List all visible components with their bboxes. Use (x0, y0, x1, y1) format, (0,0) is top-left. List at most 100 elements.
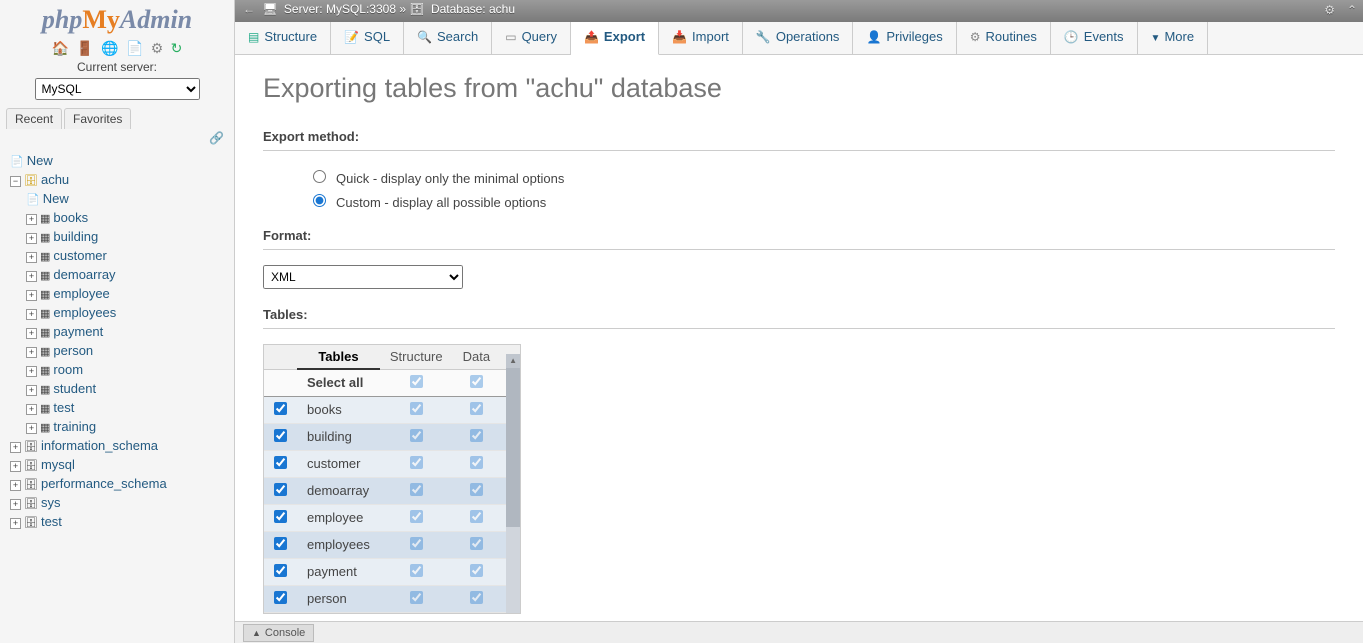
settings-icon[interactable]: ⚙ (151, 40, 164, 57)
bc-db-value[interactable]: achu (489, 2, 515, 16)
tree-table-person[interactable]: +▦person (6, 341, 232, 360)
row-data[interactable] (470, 510, 483, 523)
tab-structure[interactable]: ▤Structure (235, 22, 331, 54)
th-structure[interactable]: Structure (380, 345, 453, 369)
expand-icon[interactable]: + (26, 423, 37, 434)
radio-quick-row[interactable]: Quick - display only the minimal options (263, 166, 1335, 190)
row-structure[interactable] (410, 564, 423, 577)
row-structure[interactable] (410, 402, 423, 415)
expand-icon[interactable]: + (26, 233, 37, 244)
expand-icon[interactable]: + (26, 271, 37, 282)
scroll-up-icon[interactable]: ▲ (506, 354, 520, 368)
globe-icon[interactable]: 🌐 (101, 40, 118, 57)
row-data[interactable] (470, 564, 483, 577)
expand-icon[interactable]: + (26, 366, 37, 377)
expand-icon[interactable]: + (26, 385, 37, 396)
page-settings-icon[interactable]: ⚙ (1324, 3, 1335, 17)
expand-icon[interactable]: + (26, 290, 37, 301)
tab-sql[interactable]: 📝SQL (331, 22, 404, 54)
row-data[interactable] (470, 402, 483, 415)
row-name[interactable]: person (297, 585, 380, 612)
tab-more[interactable]: ▼More (1138, 22, 1209, 54)
tree-table-employees[interactable]: +▦employees (6, 303, 232, 322)
row-name[interactable]: payment (297, 558, 380, 585)
expand-icon[interactable]: + (26, 214, 37, 225)
tree-table-customer[interactable]: +▦customer (6, 246, 232, 265)
tree-table-building[interactable]: +▦building (6, 227, 232, 246)
console-toggle[interactable]: ▲Console (243, 624, 314, 642)
server-select[interactable]: MySQL (35, 78, 200, 100)
tree-db-new[interactable]: 📄New (6, 189, 232, 208)
row-checkbox[interactable] (274, 429, 287, 442)
row-name[interactable]: customer (297, 450, 380, 477)
radio-quick[interactable] (313, 170, 326, 183)
tab-import[interactable]: 📥Import (659, 22, 743, 54)
tree-db-achu[interactable]: −🗄achu (6, 170, 232, 189)
tab-favorites[interactable]: Favorites (64, 108, 131, 129)
row-name[interactable]: books (297, 396, 380, 423)
expand-icon[interactable]: + (10, 442, 21, 453)
scroll-thumb[interactable] (506, 368, 520, 527)
row-name[interactable]: employees (297, 531, 380, 558)
collapse-top-icon[interactable]: ⌃ (1347, 3, 1357, 17)
tree-db-test[interactable]: +🗄test (6, 512, 232, 531)
link-icon[interactable]: 🔗 (0, 129, 234, 147)
logout-icon[interactable]: 🚪 (76, 40, 93, 57)
tree-db-mysql[interactable]: +🗄mysql (6, 455, 232, 474)
row-structure[interactable] (410, 429, 423, 442)
docs-icon[interactable]: 📄 (126, 40, 143, 57)
tree-db-performance-schema[interactable]: +🗄performance_schema (6, 474, 232, 493)
tree-db-sys[interactable]: +🗄sys (6, 493, 232, 512)
expand-icon[interactable]: + (26, 404, 37, 415)
row-structure[interactable] (410, 456, 423, 469)
tree-table-student[interactable]: +▦student (6, 379, 232, 398)
row-data[interactable] (470, 429, 483, 442)
tree-table-employee[interactable]: +▦employee (6, 284, 232, 303)
row-name[interactable]: employee (297, 504, 380, 531)
tab-export[interactable]: 📤Export (571, 22, 659, 55)
row-checkbox[interactable] (274, 456, 287, 469)
row-checkbox[interactable] (274, 483, 287, 496)
row-checkbox[interactable] (274, 510, 287, 523)
tree-table-test[interactable]: +▦test (6, 398, 232, 417)
tables-scrollbar[interactable]: ▲ (506, 368, 520, 613)
radio-custom[interactable] (313, 194, 326, 207)
tree-db-information-schema[interactable]: +🗄information_schema (6, 436, 232, 455)
expand-icon[interactable]: + (10, 499, 21, 510)
expand-icon[interactable]: + (10, 461, 21, 472)
row-data[interactable] (470, 537, 483, 550)
row-checkbox[interactable] (274, 564, 287, 577)
tree-table-demoarray[interactable]: +▦demoarray (6, 265, 232, 284)
row-name[interactable]: demoarray (297, 477, 380, 504)
bc-server-value[interactable]: MySQL:3308 (326, 2, 396, 16)
expand-icon[interactable]: + (26, 252, 37, 263)
tree-table-training[interactable]: +▦training (6, 417, 232, 436)
collapse-icon[interactable]: − (10, 176, 21, 187)
tab-query[interactable]: ▭Query (492, 22, 571, 54)
tab-privileges[interactable]: 👤Privileges (853, 22, 956, 54)
tab-search[interactable]: 🔍Search (404, 22, 492, 54)
row-checkbox[interactable] (274, 402, 287, 415)
select-all-structure[interactable] (410, 375, 423, 388)
row-checkbox[interactable] (274, 537, 287, 550)
tree-table-room[interactable]: +▦room (6, 360, 232, 379)
tree-table-books[interactable]: +▦books (6, 208, 232, 227)
reload-icon[interactable]: ↻ (171, 40, 183, 57)
logo[interactable]: phpMyAdmin (0, 0, 234, 37)
tab-events[interactable]: 🕒Events (1051, 22, 1138, 54)
tab-recent[interactable]: Recent (6, 108, 62, 129)
row-structure[interactable] (410, 483, 423, 496)
select-all-label[interactable]: Select all (297, 369, 380, 396)
radio-custom-row[interactable]: Custom - display all possible options (263, 190, 1335, 214)
select-all-data[interactable] (470, 375, 483, 388)
expand-icon[interactable]: + (26, 328, 37, 339)
tab-routines[interactable]: ⚙Routines (957, 22, 1051, 54)
format-select[interactable]: XML (263, 265, 463, 289)
row-structure[interactable] (410, 591, 423, 604)
expand-icon[interactable]: + (26, 309, 37, 320)
row-structure[interactable] (410, 537, 423, 550)
tree-table-payment[interactable]: +▦payment (6, 322, 232, 341)
expand-icon[interactable]: + (26, 347, 37, 358)
home-icon[interactable]: 🏠 (52, 40, 69, 57)
row-data[interactable] (470, 483, 483, 496)
